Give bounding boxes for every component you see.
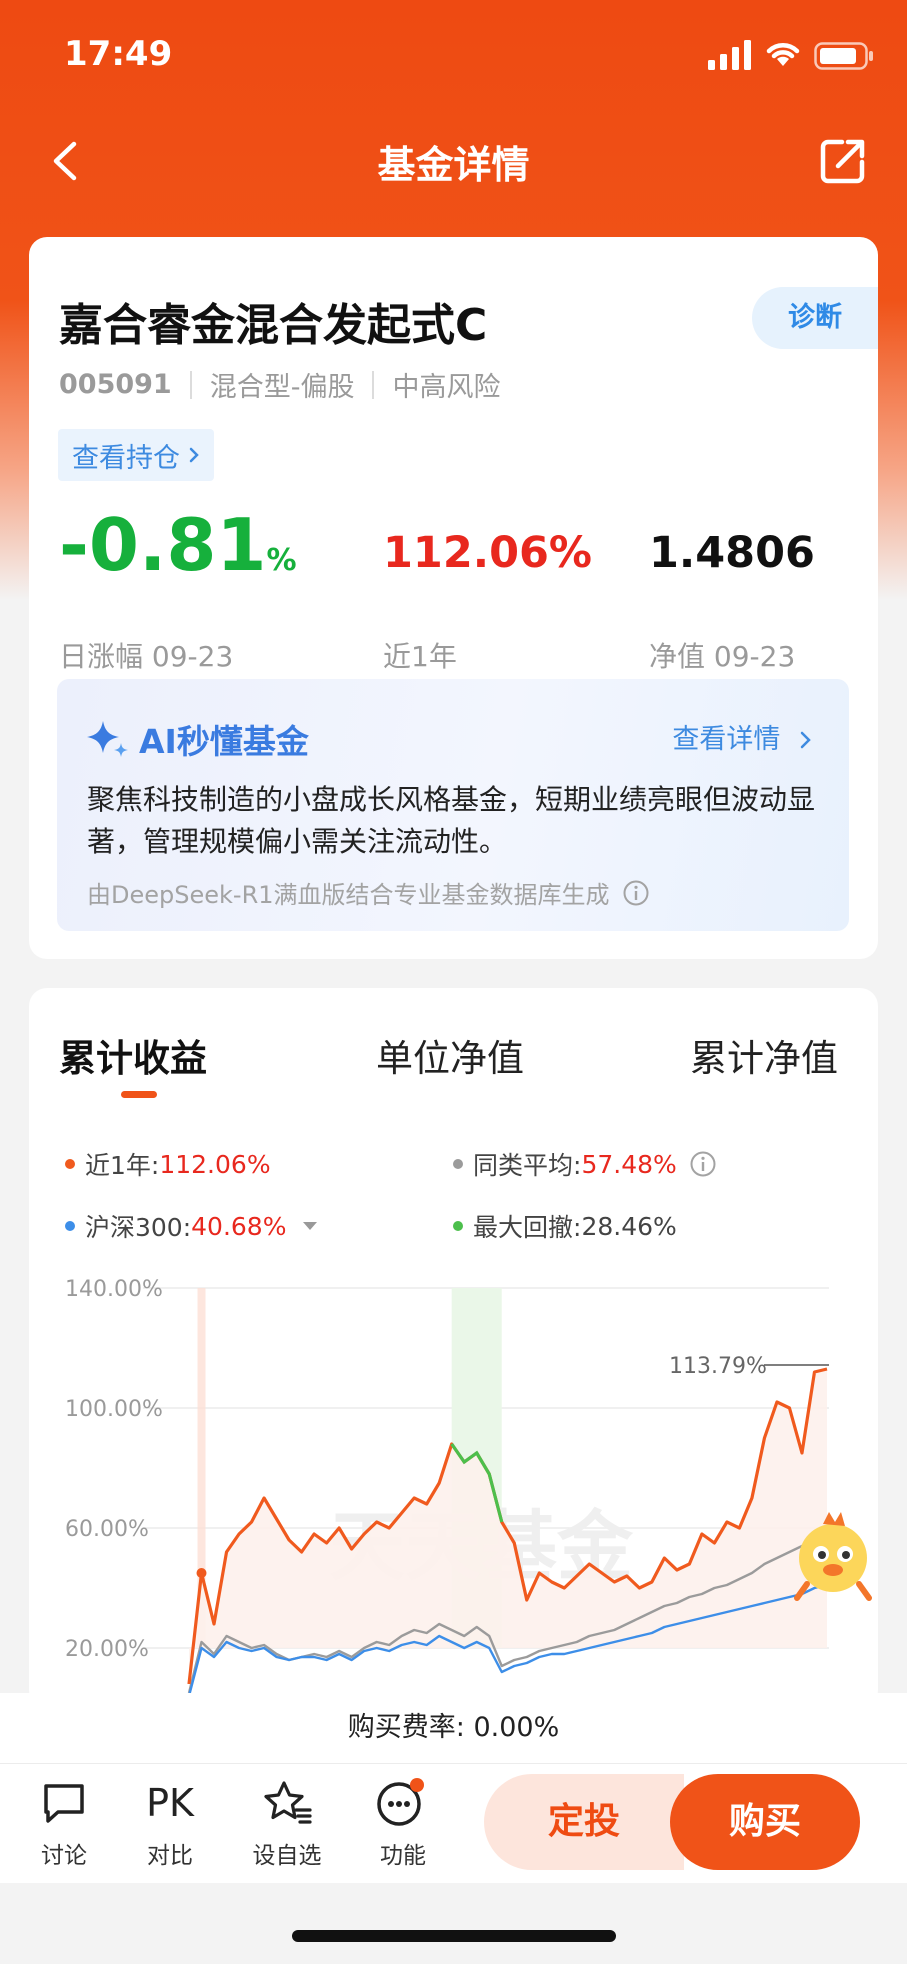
- ai-summary-panel[interactable]: AI秒懂基金 查看详情 聚焦科技制造的小盘成长风格基金，短期业绩亮眼但波动显著，…: [57, 679, 849, 931]
- status-time: 17:49: [64, 34, 173, 74]
- performance-chart[interactable]: 140.00%100.00%60.00%20.00%天天基金113.79%: [29, 988, 878, 1708]
- fee-label: 购买费率:: [347, 1712, 465, 1743]
- info-icon[interactable]: [622, 879, 650, 907]
- discuss-label: 讨论: [41, 1843, 87, 1869]
- fund-summary-card: 嘉合睿金混合发起式C 诊断 005091 混合型-偏股 中高风险 查看持仓 -0…: [29, 237, 878, 959]
- compare-button[interactable]: PK 对比: [125, 1778, 215, 1870]
- pk-icon: PK: [146, 1781, 194, 1825]
- peak-label: 113.79%: [669, 1354, 767, 1379]
- star-list-icon: [264, 1781, 312, 1824]
- ai-source-note: 由DeepSeek-R1满血版结合专业基金数据库生成: [87, 875, 650, 910]
- auto-invest-button[interactable]: 定投: [484, 1774, 684, 1870]
- diagnose-button[interactable]: 诊断: [752, 287, 878, 349]
- share-icon[interactable]: [818, 136, 868, 186]
- divider: [372, 370, 375, 399]
- home-indicator: [292, 1930, 616, 1942]
- wifi-icon: [766, 43, 800, 66]
- year-return-value: 112.06%: [383, 528, 593, 578]
- view-holdings-button[interactable]: 查看持仓: [58, 429, 214, 481]
- fund-name: 嘉合睿金混合发起式C: [59, 300, 488, 351]
- chevron-right-icon: [800, 731, 811, 749]
- y-tick-label: 140.00%: [65, 1277, 163, 1302]
- fund-risk: 中高风险: [392, 372, 501, 403]
- daily-change-label: 日涨幅 09-23: [59, 640, 234, 673]
- year-return-label: 近1年: [383, 640, 457, 673]
- chevron-right-icon: [189, 447, 199, 463]
- daily-change: -0.81%: [59, 509, 297, 581]
- status-bar: 17:49: [0, 0, 907, 110]
- ai-view-details-label: 查看详情: [672, 724, 781, 755]
- divider: [189, 370, 192, 399]
- more-functions-icon: [377, 1778, 424, 1826]
- y-tick-label: 100.00%: [65, 1397, 163, 1422]
- watchlist-label: 设自选: [252, 1843, 322, 1869]
- sparkle-icon: [87, 721, 128, 757]
- add-watchlist-button[interactable]: 设自选: [242, 1778, 332, 1870]
- ai-view-details-link[interactable]: 查看详情: [672, 717, 813, 756]
- fee-value: 0.00%: [473, 1712, 560, 1743]
- nav-value: 1.4806: [649, 528, 815, 578]
- buy-button[interactable]: 购买: [670, 1774, 860, 1870]
- daily-change-value: -0.81: [59, 503, 267, 587]
- functions-label: 功能: [380, 1843, 426, 1869]
- y-tick-label: 20.00%: [65, 1637, 149, 1662]
- compare-label: 对比: [147, 1843, 193, 1869]
- discuss-button[interactable]: 讨论: [19, 1778, 109, 1870]
- y-tick-label: 60.00%: [65, 1517, 149, 1542]
- performance-card: 累计收益 单位净值 累计净值 近1年: 112.06% 同类平均: 57.48% 沪…: [29, 988, 878, 1708]
- view-holdings-label: 查看持仓: [72, 442, 180, 474]
- notification-dot: [410, 1778, 424, 1792]
- page-title: 基金详情: [377, 143, 530, 187]
- fund-type: 混合型-偏股: [209, 372, 355, 403]
- functions-button[interactable]: 功能: [358, 1778, 448, 1870]
- battery-icon: [814, 42, 873, 70]
- daily-change-unit: %: [266, 543, 297, 578]
- bottom-toolbar: 讨论 PK 对比 设自选 功能 定投 购买: [0, 1763, 907, 1883]
- chat-bubble-icon: [44, 1784, 84, 1823]
- cellular-signal-icon: [708, 40, 751, 70]
- nav-label: 净值 09-23: [649, 640, 796, 673]
- purchase-fee: 购买费率: 0.00%: [0, 1693, 907, 1763]
- ai-summary-text: 聚焦科技制造的小盘成长风格基金，短期业绩亮眼但波动显著，管理规模偏小需关注流动性…: [87, 783, 816, 858]
- start-point: [196, 1568, 207, 1578]
- fund-meta: 005091 混合型-偏股 中高风险: [59, 365, 500, 404]
- ai-title: AI秒懂基金: [139, 722, 309, 761]
- fund-code: 005091: [59, 369, 172, 400]
- ai-source-note-text: 由DeepSeek-R1满血版结合专业基金数据库生成: [87, 881, 610, 909]
